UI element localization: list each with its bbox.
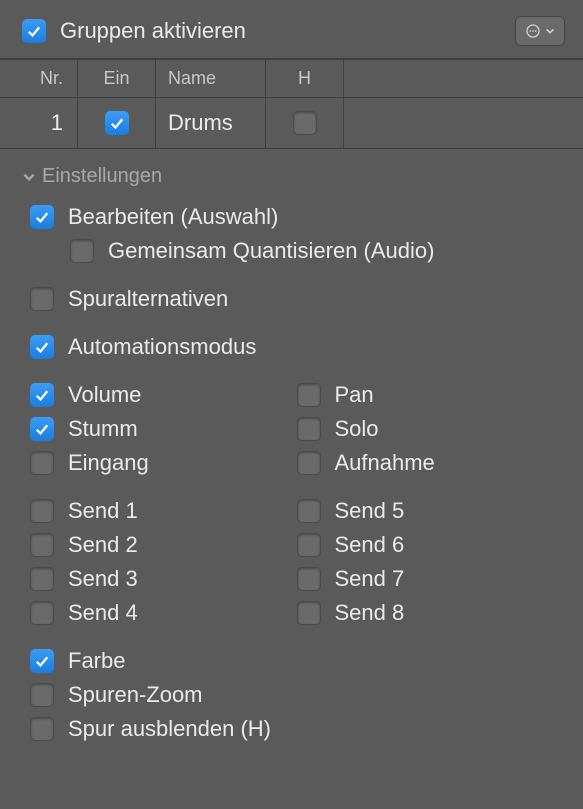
record-label: Aufnahme <box>335 450 435 476</box>
option-pan[interactable]: Pan <box>297 378 564 412</box>
send3-label: Send 3 <box>68 566 138 592</box>
send8-checkbox[interactable] <box>297 601 321 625</box>
pan-label: Pan <box>335 382 374 408</box>
header-left: Gruppen aktivieren <box>22 18 246 44</box>
send2-label: Send 2 <box>68 532 138 558</box>
send5-label: Send 5 <box>335 498 405 524</box>
pan-checkbox[interactable] <box>297 383 321 407</box>
cell-nr: 1 <box>0 98 78 148</box>
settings-title: Einstellungen <box>42 165 162 188</box>
row-enable-checkbox[interactable] <box>105 111 129 135</box>
trackalt-label: Spuralternativen <box>68 286 228 312</box>
trackalt-checkbox[interactable] <box>30 287 54 311</box>
option-send7[interactable]: Send 7 <box>297 562 564 596</box>
record-checkbox[interactable] <box>297 451 321 475</box>
option-zoom[interactable]: Spuren-Zoom <box>22 678 563 712</box>
send4-label: Send 4 <box>68 600 138 626</box>
send7-label: Send 7 <box>335 566 405 592</box>
automode-checkbox[interactable] <box>30 335 54 359</box>
zoom-label: Spuren-Zoom <box>68 682 203 708</box>
mute-checkbox[interactable] <box>30 417 54 441</box>
send6-label: Send 6 <box>335 532 405 558</box>
option-send1[interactable]: Send 1 <box>30 494 297 528</box>
chevron-down-icon <box>22 170 36 184</box>
option-send5[interactable]: Send 5 <box>297 494 564 528</box>
color-checkbox[interactable] <box>30 649 54 673</box>
chevron-down-icon <box>545 26 555 36</box>
more-icon <box>525 23 541 39</box>
solo-label: Solo <box>335 416 379 442</box>
option-mute[interactable]: Stumm <box>30 412 297 446</box>
quantize-checkbox[interactable] <box>70 239 94 263</box>
hide-checkbox[interactable] <box>30 717 54 741</box>
send4-checkbox[interactable] <box>30 601 54 625</box>
sends-options: Send 1 Send 2 Send 3 Send 4 Se <box>22 494 563 630</box>
mute-label: Stumm <box>68 416 138 442</box>
option-hide[interactable]: Spur ausblenden (H) <box>22 712 563 746</box>
color-label: Farbe <box>68 648 125 674</box>
panel-title: Gruppen aktivieren <box>60 18 246 44</box>
send7-checkbox[interactable] <box>297 567 321 591</box>
send2-checkbox[interactable] <box>30 533 54 557</box>
option-send2[interactable]: Send 2 <box>30 528 297 562</box>
input-checkbox[interactable] <box>30 451 54 475</box>
solo-checkbox[interactable] <box>297 417 321 441</box>
option-record[interactable]: Aufnahme <box>297 446 564 480</box>
header: Gruppen aktivieren <box>0 0 583 58</box>
option-solo[interactable]: Solo <box>297 412 564 446</box>
cell-h <box>266 98 344 148</box>
send1-checkbox[interactable] <box>30 499 54 523</box>
zoom-checkbox[interactable] <box>30 683 54 707</box>
settings-section: Einstellungen Bearbeiten (Auswahl) Gemei… <box>0 149 583 766</box>
cell-name[interactable]: Drums <box>156 98 266 148</box>
input-label: Eingang <box>68 450 149 476</box>
send1-label: Send 1 <box>68 498 138 524</box>
volume-label: Volume <box>68 382 141 408</box>
col-ein[interactable]: Ein <box>78 60 156 97</box>
row-h-checkbox[interactable] <box>293 111 317 135</box>
groups-enable-checkbox[interactable] <box>22 19 46 43</box>
send6-checkbox[interactable] <box>297 533 321 557</box>
edit-label: Bearbeiten (Auswahl) <box>68 204 278 230</box>
option-send3[interactable]: Send 3 <box>30 562 297 596</box>
option-trackalt[interactable]: Spuralternativen <box>22 282 563 316</box>
option-send8[interactable]: Send 8 <box>297 596 564 630</box>
option-edit[interactable]: Bearbeiten (Auswahl) <box>22 200 563 234</box>
col-name[interactable]: Name <box>156 60 266 97</box>
option-send6[interactable]: Send 6 <box>297 528 564 562</box>
send8-label: Send 8 <box>335 600 405 626</box>
send3-checkbox[interactable] <box>30 567 54 591</box>
send5-checkbox[interactable] <box>297 499 321 523</box>
col-h[interactable]: H <box>266 60 344 97</box>
quantize-label: Gemeinsam Quantisieren (Audio) <box>108 238 434 264</box>
groups-table: Nr. Ein Name H 1 Drums <box>0 58 583 149</box>
option-quantize[interactable]: Gemeinsam Quantisieren (Audio) <box>22 234 563 268</box>
option-color[interactable]: Farbe <box>22 644 563 678</box>
col-nr[interactable]: Nr. <box>0 60 78 97</box>
table-row[interactable]: 1 Drums <box>0 98 583 148</box>
table-header: Nr. Ein Name H <box>0 60 583 98</box>
option-volume[interactable]: Volume <box>30 378 297 412</box>
cell-ein <box>78 98 156 148</box>
cell-rest <box>344 98 583 148</box>
automode-label: Automationsmodus <box>68 334 256 360</box>
mix-options: Volume Stumm Eingang Pan Solo <box>22 378 563 480</box>
more-menu-button[interactable] <box>515 16 565 46</box>
settings-disclosure[interactable]: Einstellungen <box>22 165 563 188</box>
option-automode[interactable]: Automationsmodus <box>22 330 563 364</box>
edit-checkbox[interactable] <box>30 205 54 229</box>
col-rest <box>344 60 583 97</box>
hide-label: Spur ausblenden (H) <box>68 716 271 742</box>
option-send4[interactable]: Send 4 <box>30 596 297 630</box>
option-input[interactable]: Eingang <box>30 446 297 480</box>
groups-panel: Gruppen aktivieren Nr. Ein Name H 1 <box>0 0 583 809</box>
volume-checkbox[interactable] <box>30 383 54 407</box>
